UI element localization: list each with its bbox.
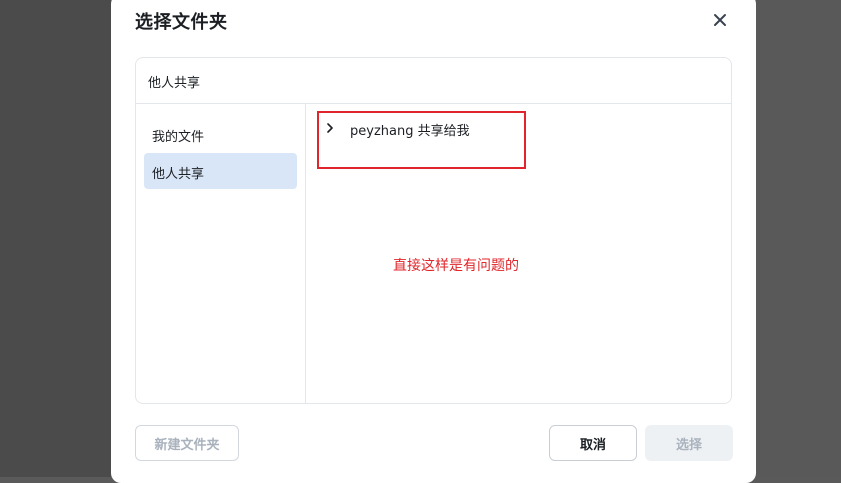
backdrop-overlay-right [756, 0, 841, 477]
annotation-text: 直接这样是有问题的 [393, 258, 519, 274]
select-folder-dialog: 选择文件夹 他人共享 我的文件 他人共享 peyzhang 共享给我 直接这样是… [111, 0, 756, 483]
select-button[interactable]: 选择 [645, 425, 733, 461]
sidebar: 我的文件 他人共享 [136, 104, 306, 403]
sidebar-item-label: 他人共享 [152, 167, 205, 182]
close-button[interactable] [709, 9, 731, 31]
new-folder-button[interactable]: 新建文件夹 [135, 425, 239, 461]
close-icon [714, 14, 726, 26]
dialog-title: 选择文件夹 [135, 12, 228, 33]
annotation-highlight-box [317, 111, 526, 169]
folder-browser-panel: 他人共享 我的文件 他人共享 peyzhang 共享给我 [135, 57, 732, 404]
current-location-label: 他人共享 [148, 76, 201, 91]
cancel-button[interactable]: 取消 [549, 425, 637, 461]
current-location-header: 他人共享 [136, 58, 731, 104]
sidebar-item-my-files[interactable]: 我的文件 [144, 116, 297, 152]
sidebar-item-label: 我的文件 [152, 130, 205, 145]
sidebar-item-shared-with-me[interactable]: 他人共享 [144, 153, 297, 189]
backdrop-overlay-left [0, 0, 111, 477]
